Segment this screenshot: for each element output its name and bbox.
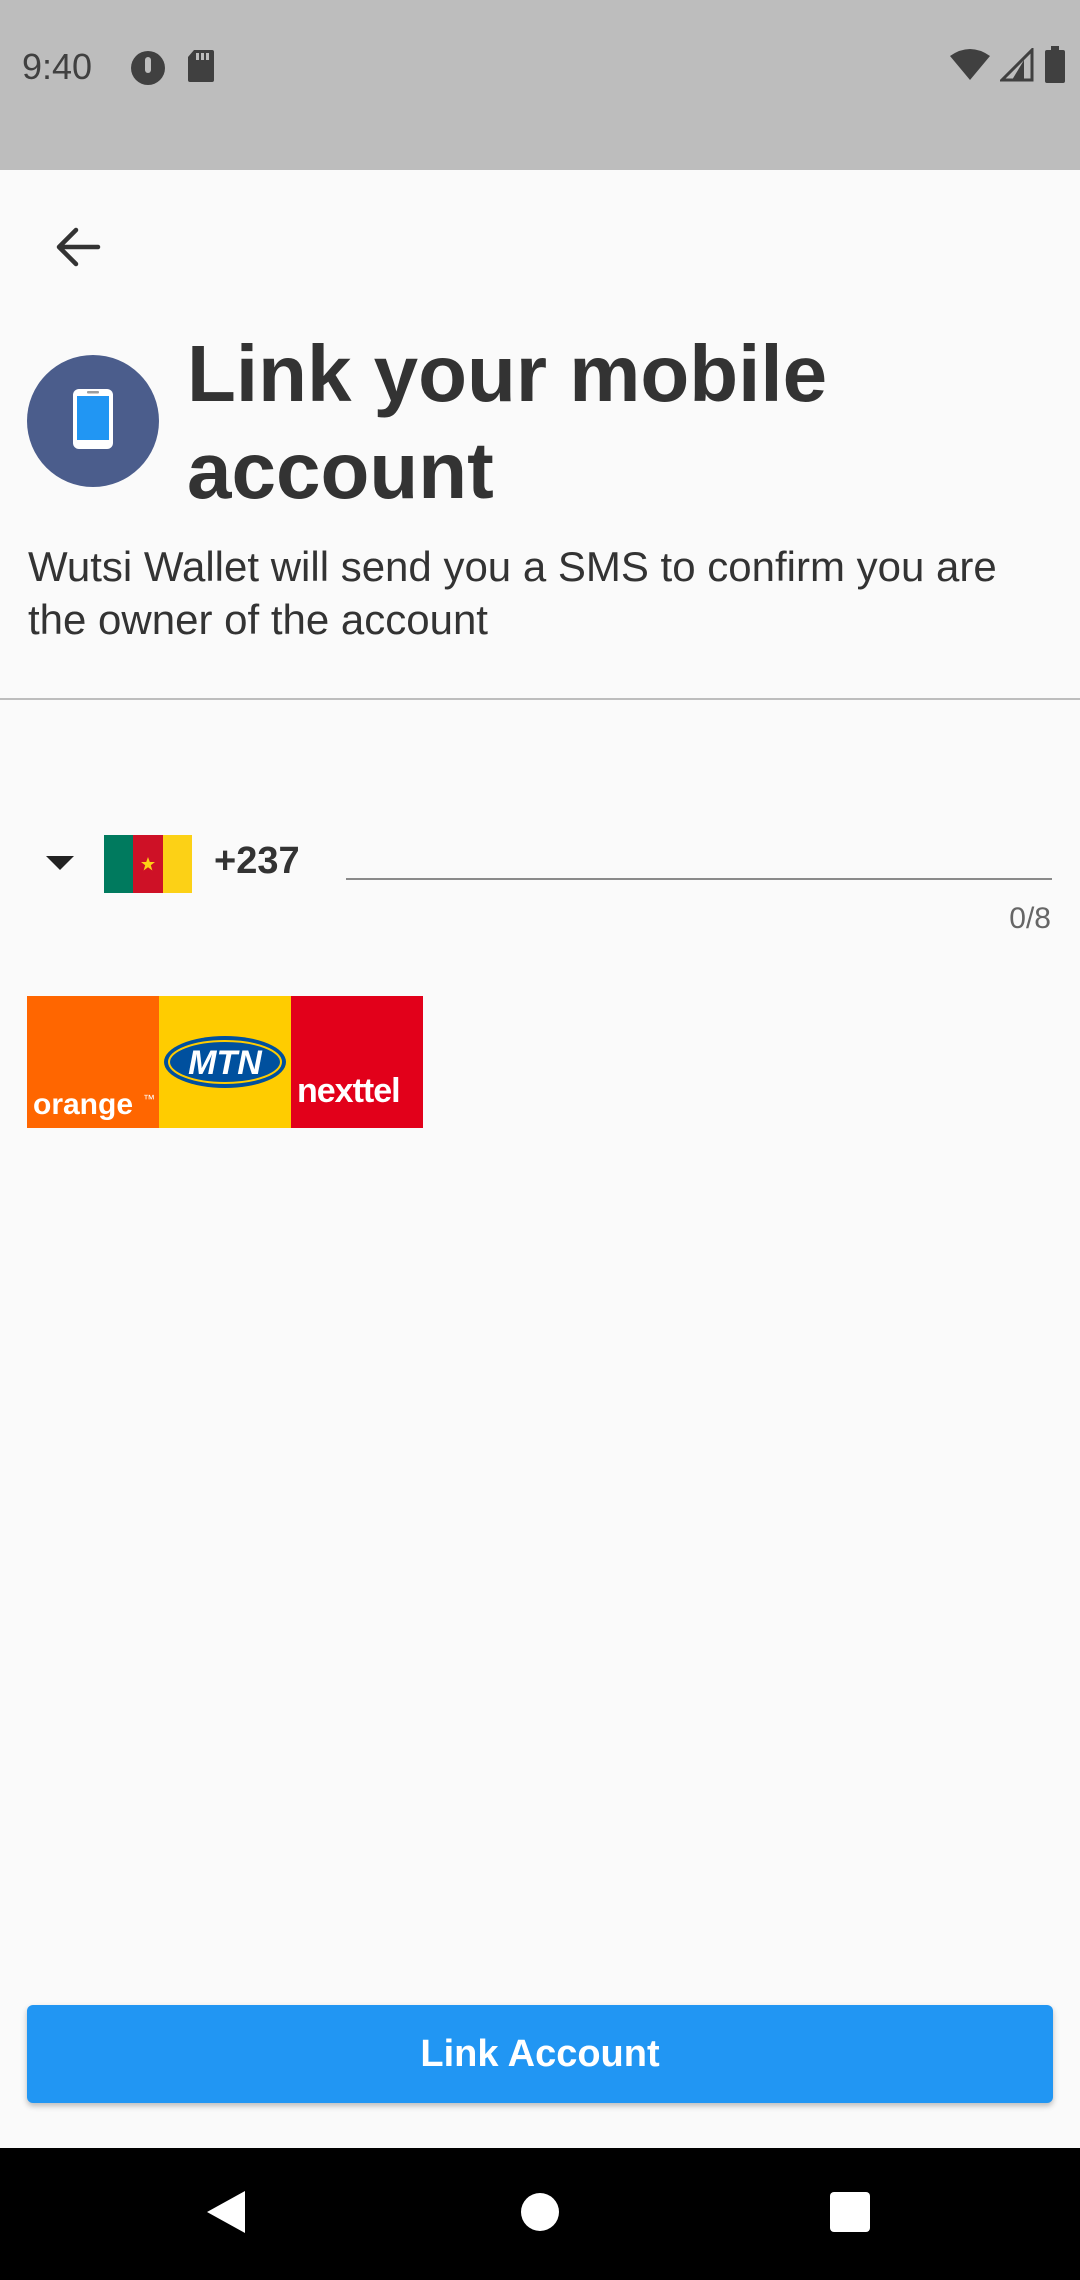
phone-number-row: +237: [0, 800, 1080, 940]
arrow-back-icon: [52, 222, 102, 277]
nav-recents-icon: [829, 2191, 871, 2238]
battery-icon: [1044, 46, 1066, 89]
cameroon-flag-icon: [104, 835, 192, 893]
system-nav-bar: [0, 2148, 1080, 2280]
smartphone-icon: [71, 387, 115, 456]
dial-code: +237: [214, 840, 300, 882]
orange-trademark: ™: [143, 1092, 155, 1106]
nav-home-button[interactable]: [508, 2182, 572, 2246]
mtn-logo: MTN: [159, 996, 291, 1128]
operator-logos: orange ™ MTN nexttel: [27, 996, 423, 1128]
character-counter: 0/8: [1009, 902, 1051, 935]
back-button[interactable]: [36, 208, 118, 290]
wifi-icon: [950, 48, 990, 87]
status-bar: 9:40: [0, 0, 1080, 170]
page-title: Link your mobile account: [187, 329, 828, 515]
mtn-logo-text: MTN: [188, 1044, 262, 1082]
country-code-dropdown[interactable]: +237: [36, 820, 306, 900]
page-subtitle: Wutsi Wallet will send you a SMS to conf…: [28, 543, 997, 643]
signal-icon: [998, 46, 1034, 87]
nav-home-icon: [520, 2192, 560, 2237]
nav-back-button[interactable]: [194, 2182, 258, 2246]
phone-number-input[interactable]: [346, 820, 1052, 880]
nexttel-logo-text: nexttel: [297, 1072, 401, 1110]
divider: [0, 698, 1080, 700]
sd-card-icon: [186, 48, 216, 93]
nexttel-logo: nexttel: [291, 996, 423, 1128]
status-time: 9:40: [22, 46, 93, 87]
link-account-button[interactable]: Link Account: [27, 2005, 1053, 2103]
nav-back-icon: [205, 2189, 247, 2240]
nav-recents-button[interactable]: [818, 2182, 882, 2246]
dropdown-arrow-icon: [46, 856, 74, 877]
data-saver-icon: [128, 48, 168, 93]
header-avatar: [27, 355, 159, 487]
orange-logo-text: orange: [33, 1088, 134, 1121]
orange-logo: orange ™: [27, 996, 159, 1128]
